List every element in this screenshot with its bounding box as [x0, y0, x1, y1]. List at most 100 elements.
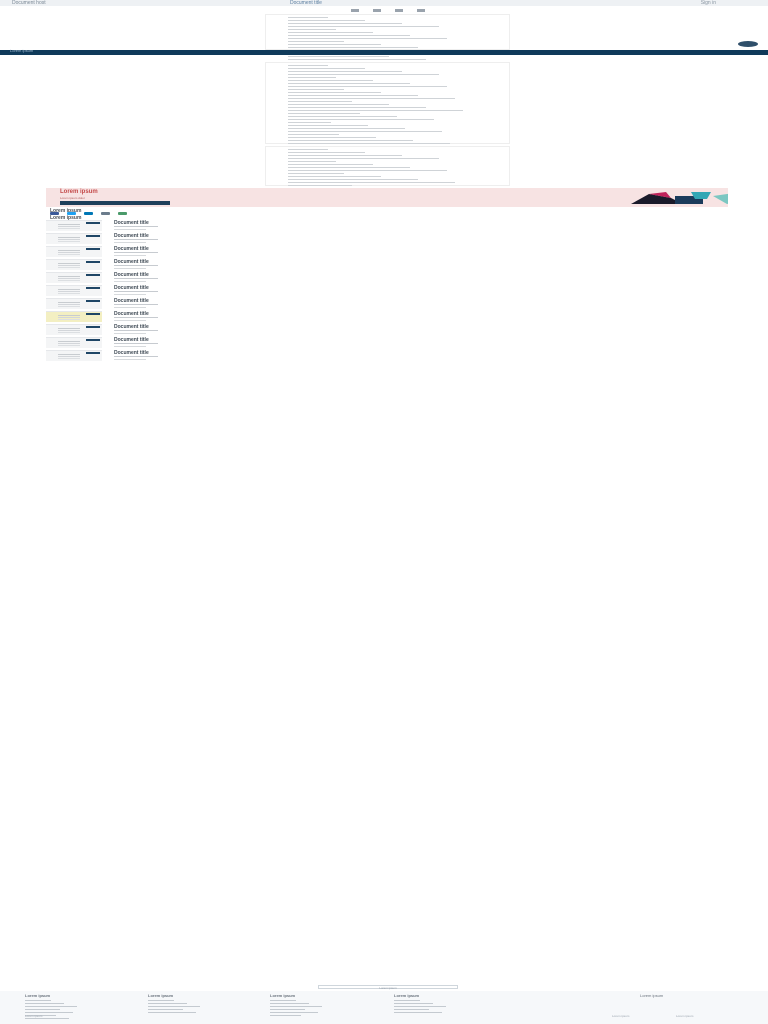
document-meta [114, 242, 146, 243]
related-document-item[interactable]: Document title [46, 284, 728, 297]
document-thumbnail[interactable] [46, 220, 102, 231]
document-page-1 [265, 14, 510, 63]
document-thumbnail[interactable] [46, 311, 102, 322]
footer-link[interactable] [394, 1000, 420, 1001]
footer-link[interactable] [25, 1006, 77, 1007]
link-icon[interactable] [118, 212, 127, 215]
text-line [288, 98, 455, 99]
related-document-item[interactable]: Document title [46, 245, 728, 258]
footer-link[interactable] [270, 1000, 296, 1001]
text-line [288, 38, 447, 39]
text-line [288, 56, 389, 57]
footer-bottom-links[interactable]: Lorem ipsum [25, 1014, 42, 1018]
load-more-button[interactable]: Lorem ipsum [318, 985, 458, 990]
email-icon[interactable] [101, 212, 110, 215]
document-meta [114, 307, 146, 308]
text-line [288, 179, 418, 180]
download-icon[interactable] [416, 9, 425, 12]
document-meta [114, 278, 158, 279]
document-meta [114, 281, 146, 282]
related-document-item[interactable]: Document title [46, 297, 728, 310]
document-thumbnail[interactable] [46, 285, 102, 296]
document-meta [114, 252, 158, 253]
footer-link[interactable] [148, 1012, 196, 1013]
related-document-item[interactable]: Document title [46, 258, 728, 271]
related-document-item[interactable]: Document title [46, 219, 728, 232]
sticky-banner [0, 50, 768, 55]
document-thumbnail[interactable] [46, 298, 102, 309]
document-meta [114, 317, 158, 318]
document-thumbnail[interactable] [46, 259, 102, 270]
text-line [288, 89, 344, 90]
footer-link[interactable] [394, 1006, 446, 1007]
footer-link[interactable] [25, 1003, 64, 1004]
footer-link[interactable] [270, 1012, 318, 1013]
scroll-indicator[interactable] [738, 41, 758, 47]
footer-column: Lorem ipsum [394, 993, 446, 1013]
footer-link[interactable] [25, 1012, 73, 1013]
footer-link[interactable] [270, 1003, 309, 1004]
related-document-item[interactable]: Document title [46, 336, 728, 349]
text-line [288, 152, 365, 153]
text-line [288, 41, 344, 42]
document-meta [114, 229, 146, 230]
document-meta [114, 333, 146, 334]
document-thumbnail[interactable] [46, 233, 102, 244]
footer-link[interactable] [25, 1000, 51, 1001]
linkedin-icon[interactable] [84, 212, 93, 215]
footer-link[interactable] [148, 1009, 183, 1010]
language-selector[interactable]: Lorem ipsum [612, 1014, 629, 1018]
related-document-item[interactable]: Document title [46, 310, 728, 323]
text-line [288, 80, 373, 81]
promo-cta-button[interactable] [60, 201, 170, 205]
zoom-out-icon[interactable] [350, 9, 359, 12]
text-line [288, 116, 397, 117]
document-thumbnail[interactable] [46, 350, 102, 361]
text-line [288, 35, 410, 36]
document-meta [114, 304, 158, 305]
footer-link[interactable] [25, 1018, 69, 1019]
text-line [288, 29, 336, 30]
brand-logo[interactable]: Document host [12, 0, 46, 6]
text-line [288, 161, 336, 162]
document-thumbnail[interactable] [46, 324, 102, 335]
document-page-3 [265, 146, 510, 201]
promo-banner: Lorem ipsum Lorem ipsum dolor [46, 188, 728, 207]
fullscreen-icon[interactable] [394, 9, 403, 12]
text-line [288, 170, 447, 171]
document-thumbnail[interactable] [46, 246, 102, 257]
footer-link[interactable] [394, 1012, 442, 1013]
document-thumbnail[interactable] [46, 272, 102, 283]
footer-link[interactable] [148, 1000, 174, 1001]
text-line [288, 20, 365, 21]
document-thumbnail[interactable] [46, 337, 102, 348]
text-line [288, 104, 389, 105]
footer-link[interactable] [394, 1009, 429, 1010]
related-document-item[interactable]: Document title [46, 323, 728, 336]
sign-in-link[interactable]: Sign in [701, 0, 716, 6]
related-document-item[interactable]: Document title [46, 271, 728, 284]
promo-subtitle: Lorem ipsum dolor [60, 196, 85, 200]
footer-link[interactable] [148, 1003, 187, 1004]
text-line [288, 149, 328, 150]
text-line [288, 77, 336, 78]
text-line [288, 113, 360, 114]
text-line [288, 185, 352, 186]
footer-column-heading: Lorem ipsum [148, 993, 174, 998]
zoom-in-icon[interactable] [372, 9, 381, 12]
footer-link[interactable] [270, 1006, 322, 1007]
app-download-label[interactable]: Lorem ipsum [640, 993, 663, 998]
related-document-item[interactable]: Document title [46, 349, 728, 362]
text-line [288, 26, 439, 27]
text-line [288, 17, 328, 18]
text-line [288, 47, 418, 48]
footer-link[interactable] [270, 1015, 301, 1016]
footer-link[interactable] [270, 1009, 305, 1010]
footer-link[interactable] [394, 1003, 433, 1004]
document-meta [114, 265, 158, 266]
footer-link[interactable] [25, 1009, 60, 1010]
footer-link[interactable] [148, 1006, 200, 1007]
footer-column: Lorem ipsum [148, 993, 208, 1013]
text-line [288, 23, 402, 24]
related-document-item[interactable]: Document title [46, 232, 728, 245]
